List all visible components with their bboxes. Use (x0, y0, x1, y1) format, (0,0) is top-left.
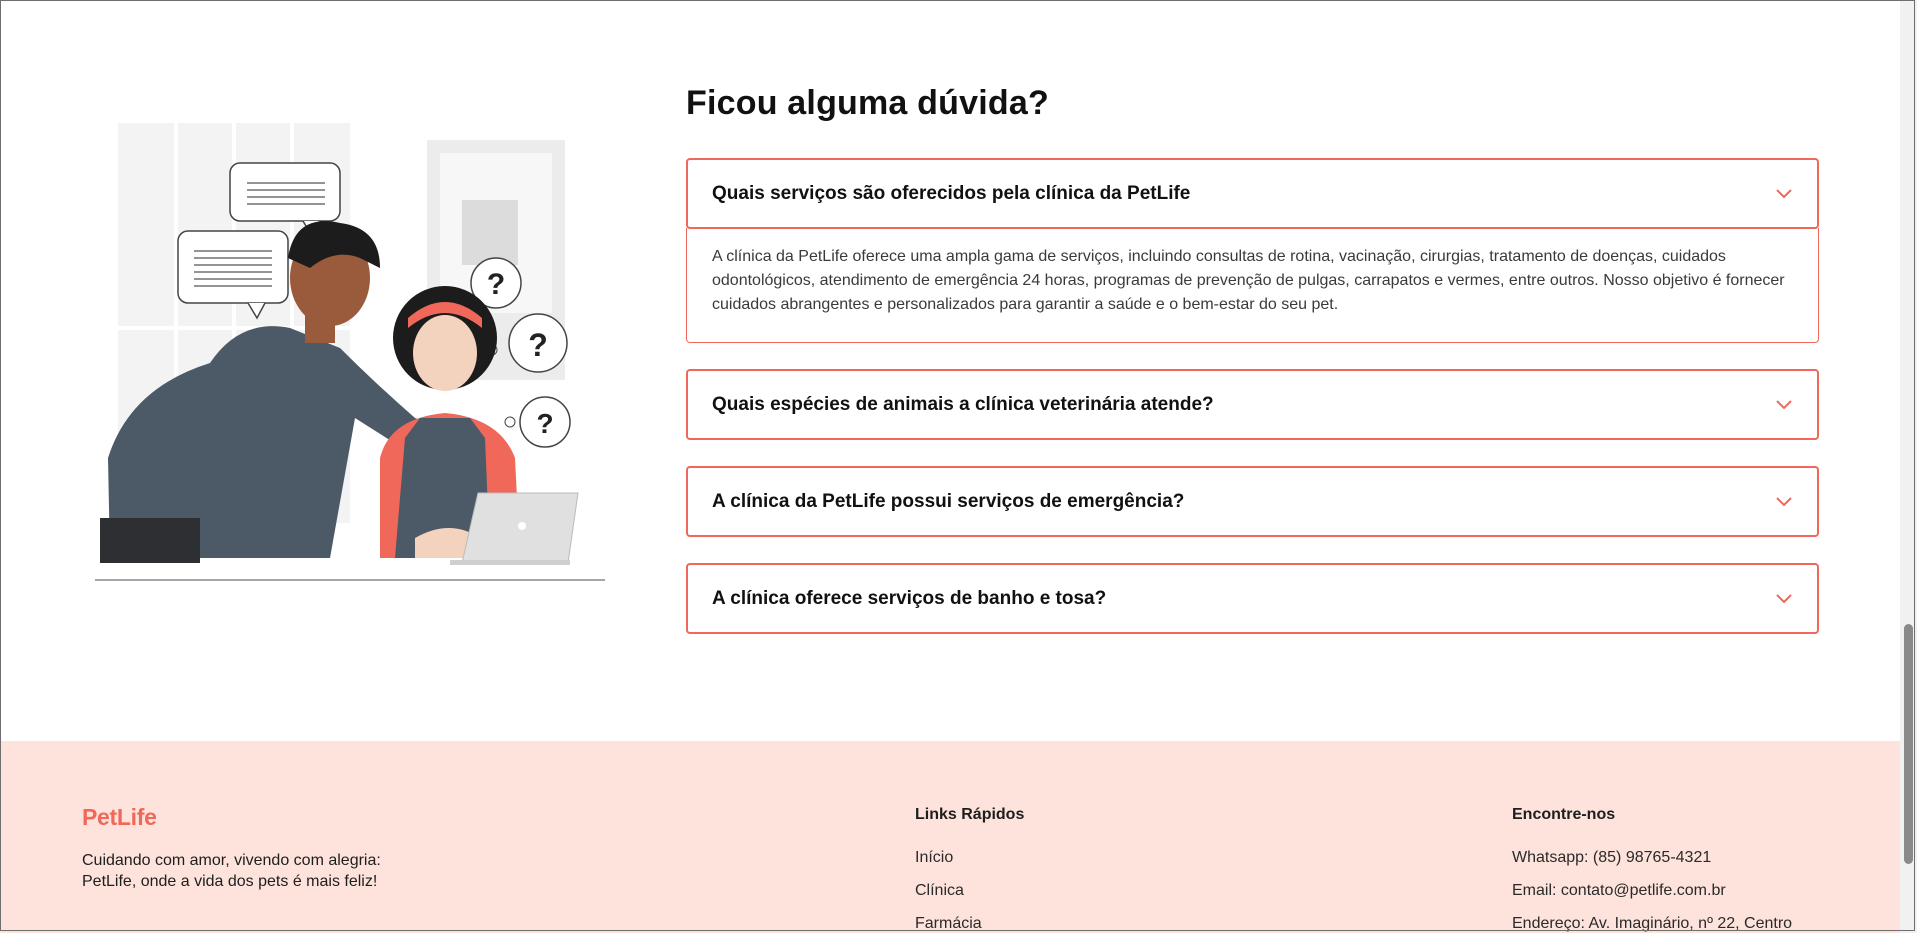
contact-email[interactable]: Email: contato@petlife.com.br (1512, 874, 1792, 907)
chevron-down-icon[interactable] (1775, 188, 1793, 200)
chevron-down-icon[interactable] (1775, 496, 1793, 508)
contact-list: Whatsapp: (85) 98765-4321 Email: contato… (1512, 841, 1792, 940)
footer-link-inicio[interactable]: Início (915, 841, 982, 874)
faq-item: A clínica da PetLife possui serviços de … (686, 466, 1819, 537)
faq-question-text: A clínica oferece serviços de banho e to… (712, 587, 1107, 609)
contact-whatsapp[interactable]: Whatsapp: (85) 98765-4321 (1512, 841, 1792, 874)
faq-item: Quais espécies de animais a clínica vete… (686, 369, 1819, 440)
faq-list: Quais serviços são oferecidos pela clíni… (686, 158, 1819, 660)
faq-item: A clínica oferece serviços de banho e to… (686, 563, 1819, 634)
quick-links-list: Início Clínica Farmácia (915, 841, 982, 940)
faq-question-emergency[interactable]: A clínica da PetLife possui serviços de … (686, 466, 1819, 537)
contact-title: Encontre-nos (1512, 806, 1616, 823)
faq-question-species[interactable]: Quais espécies de animais a clínica vete… (686, 369, 1819, 440)
contact-address: Endereço: Av. Imaginário, nº 22, Centro (1512, 915, 1793, 932)
page-scrollbar[interactable] (1900, 0, 1917, 933)
svg-text:?: ? (487, 268, 505, 301)
scrollbar-thumb[interactable] (1904, 624, 1913, 864)
question-bubble-3: ? (504, 396, 571, 448)
tagline-line-2: PetLife, onde a vida dos pets é mais fel… (82, 873, 378, 890)
faq-item: Quais serviços são oferecidos pela clíni… (686, 158, 1819, 343)
faq-question-grooming[interactable]: A clínica oferece serviços de banho e to… (686, 563, 1819, 634)
svg-text:?: ? (536, 408, 553, 439)
footer-brand-logo[interactable]: PetLife (82, 804, 157, 831)
faq-title: Ficou alguma dúvida? (686, 84, 1049, 122)
quick-links-title: Links Rápidos (915, 806, 1025, 823)
faq-question-text: Quais serviços são oferecidos pela clíni… (712, 182, 1191, 204)
footer-tagline: Cuidando com amor, vivendo com alegria: … (82, 850, 482, 892)
chevron-down-icon[interactable] (1775, 593, 1793, 605)
faq-question-text: A clínica da PetLife possui serviços de … (712, 490, 1185, 512)
faq-question-text: Quais espécies de animais a clínica vete… (712, 393, 1214, 415)
site-footer: PetLife Cuidando com amor, vivendo com a… (0, 741, 1900, 933)
faq-answer: A clínica da PetLife oferece uma ampla g… (686, 228, 1819, 343)
faq-question-services[interactable]: Quais serviços são oferecidos pela clíni… (686, 158, 1819, 229)
faq-illustration: ? ? ? (95, 123, 605, 581)
svg-text:?: ? (528, 327, 548, 363)
tagline-line-1: Cuidando com amor, vivendo com alegria: (82, 852, 381, 869)
chevron-down-icon[interactable] (1775, 399, 1793, 411)
footer-link-clinica[interactable]: Clínica (915, 874, 982, 907)
footer-link-farmacia[interactable]: Farmácia (915, 907, 982, 940)
